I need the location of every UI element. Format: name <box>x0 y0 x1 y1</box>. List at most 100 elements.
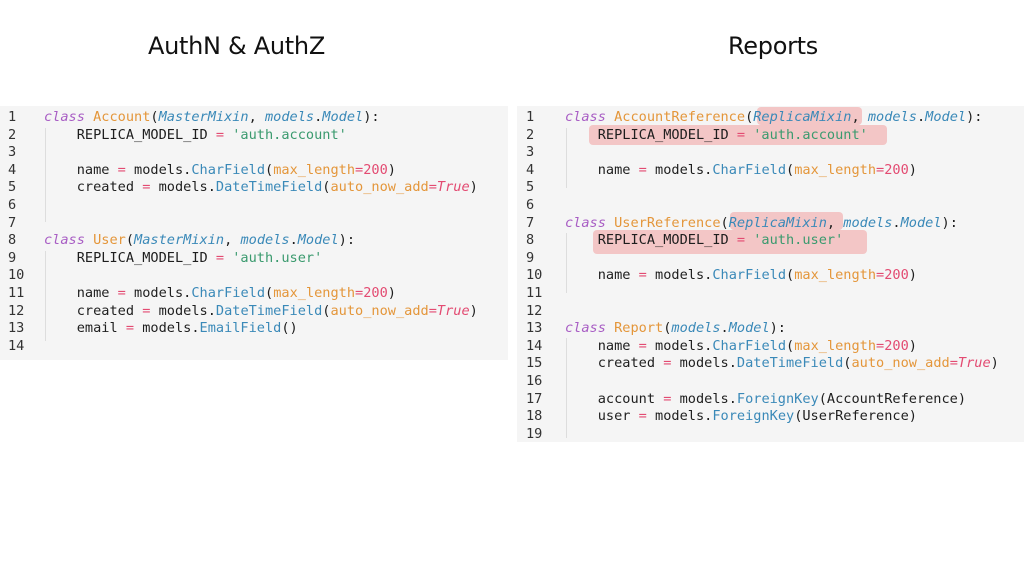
code-token: auto_now_add <box>330 179 429 196</box>
code-token: ) <box>469 179 478 196</box>
code-line: 11 name = models.CharField(max_length=20… <box>0 285 508 303</box>
line-number: 13 <box>526 320 543 337</box>
code-token: = <box>215 249 225 266</box>
code-token: models. <box>125 285 192 301</box>
code-token: ReplicaMixin <box>753 109 852 125</box>
code-text: name = models.CharField(max_length=200) <box>565 338 917 356</box>
code-line: 10 <box>0 267 508 285</box>
code-token: name <box>44 161 118 178</box>
code-token: models. <box>646 337 713 354</box>
line-number: 1 <box>526 109 535 125</box>
code-token: = <box>876 267 885 284</box>
code-token: = <box>638 267 647 284</box>
code-token: REPLICA_MODEL_ID <box>44 126 216 143</box>
line-number: 9 <box>8 249 17 266</box>
code-text: email = models.EmailField() <box>44 320 298 338</box>
code-token: auto_now_add <box>330 302 429 319</box>
code-token: = <box>355 161 364 178</box>
code-token: created <box>565 355 664 372</box>
code-token: = <box>736 232 746 249</box>
code-token: class <box>565 214 615 231</box>
code-line: 11 <box>517 285 1024 303</box>
line-number: 8 <box>8 232 17 249</box>
code-token: = <box>428 179 437 196</box>
line-number: 12 <box>526 302 543 319</box>
code-token: name <box>565 267 639 284</box>
line-number: 7 <box>526 214 535 231</box>
code-text: created = models.DateTimeField(auto_now_… <box>44 179 478 197</box>
code-line: 4 name = models.CharField(max_length=200… <box>0 162 508 180</box>
code-token: ): <box>769 320 786 337</box>
code-token: ( <box>125 232 135 249</box>
code-token: EmailField <box>199 320 282 337</box>
code-token: Report <box>614 320 664 337</box>
code-text: class User(MasterMixin, models.Model): <box>44 232 355 250</box>
code-token: Model <box>297 232 339 249</box>
code-token: User <box>93 232 126 249</box>
title-authn-authz: AuthN & AuthZ <box>148 32 325 60</box>
code-text: created = models.DateTimeField(auto_now_… <box>44 303 478 321</box>
code-panel-authn: 1 class Account(MasterMixin, models.Model… <box>0 106 508 360</box>
code-token: Model <box>728 320 770 337</box>
code-token: ): <box>363 109 380 125</box>
line-number: 4 <box>8 161 17 178</box>
code-token: 'auth.account' <box>232 126 347 143</box>
code-token: ForeignKey <box>712 408 795 425</box>
line-number: 10 <box>526 267 543 284</box>
code-token: max_length <box>794 337 877 354</box>
code-token: REPLICA_MODEL_ID <box>44 249 216 266</box>
code-token: = <box>638 161 647 178</box>
code-token: REPLICA_MODEL_ID <box>565 126 737 143</box>
code-token: ) <box>469 302 478 319</box>
code-token: True <box>436 302 470 319</box>
code-token: models. <box>134 320 200 337</box>
code-token: ): <box>338 232 356 249</box>
code-token: user <box>565 408 639 425</box>
code-line: 10 name = models.CharField(max_length=20… <box>517 267 1024 285</box>
line-number: 13 <box>8 320 25 337</box>
code-token: class <box>44 232 94 249</box>
line-number: 3 <box>526 144 535 161</box>
line-number: 12 <box>8 302 25 319</box>
code-token: = <box>125 320 135 337</box>
code-token: ): <box>941 214 958 231</box>
line-number: 14 <box>526 337 543 354</box>
code-token: MasterMixin <box>158 109 249 125</box>
code-text: class UserReference(ReplicaMixin, models… <box>565 215 958 233</box>
code-token: 'auth.user' <box>232 249 323 266</box>
code-text: user = models.ForeignKey(UserReference) <box>565 408 917 426</box>
code-text: REPLICA_MODEL_ID = 'auth.account' <box>565 127 868 145</box>
code-token: name <box>565 337 639 354</box>
code-line: 8 class User(MasterMixin, models.Model): <box>0 232 508 250</box>
code-token: max_length <box>794 161 877 178</box>
code-token: , <box>224 232 241 249</box>
line-number: 11 <box>8 285 25 301</box>
code-line: 5 <box>517 179 1024 197</box>
code-line: 6 <box>0 197 508 215</box>
code-token: (AccountReference) <box>818 390 967 407</box>
code-token: Account <box>93 109 151 125</box>
code-token: ( <box>786 267 795 284</box>
code-text: REPLICA_MODEL_ID = 'auth.account' <box>44 127 347 145</box>
code-line: 16 <box>517 373 1024 391</box>
code-line: 13 class Report(models.Model): <box>517 320 1024 338</box>
code-line: 14 name = models.CharField(max_length=20… <box>517 338 1024 356</box>
code-token: 200 <box>884 161 909 178</box>
code-token: ( <box>786 337 795 354</box>
code-text: account = models.ForeignKey(AccountRefer… <box>565 391 966 409</box>
code-token: models. <box>671 390 737 407</box>
code-line: 15 created = models.DateTimeField(auto_n… <box>517 355 1024 373</box>
code-token: name <box>44 285 118 301</box>
code-token: ( <box>720 214 729 231</box>
code-token: = <box>736 126 746 143</box>
code-text: name = models.CharField(max_length=200) <box>565 267 917 285</box>
code-text: class AccountReference(ReplicaMixin, mod… <box>565 109 982 127</box>
line-number: 2 <box>8 126 17 143</box>
line-number: 14 <box>8 337 25 354</box>
code-token: models. <box>150 179 216 196</box>
code-line: 9 REPLICA_MODEL_ID = 'auth.user' <box>0 250 508 268</box>
line-number: 18 <box>526 408 543 425</box>
code-panel-reports: 1 class AccountReference(ReplicaMixin, mo… <box>517 106 1024 442</box>
code-line: 1 class AccountReference(ReplicaMixin, mo… <box>517 109 1024 127</box>
line-number: 10 <box>8 267 25 284</box>
